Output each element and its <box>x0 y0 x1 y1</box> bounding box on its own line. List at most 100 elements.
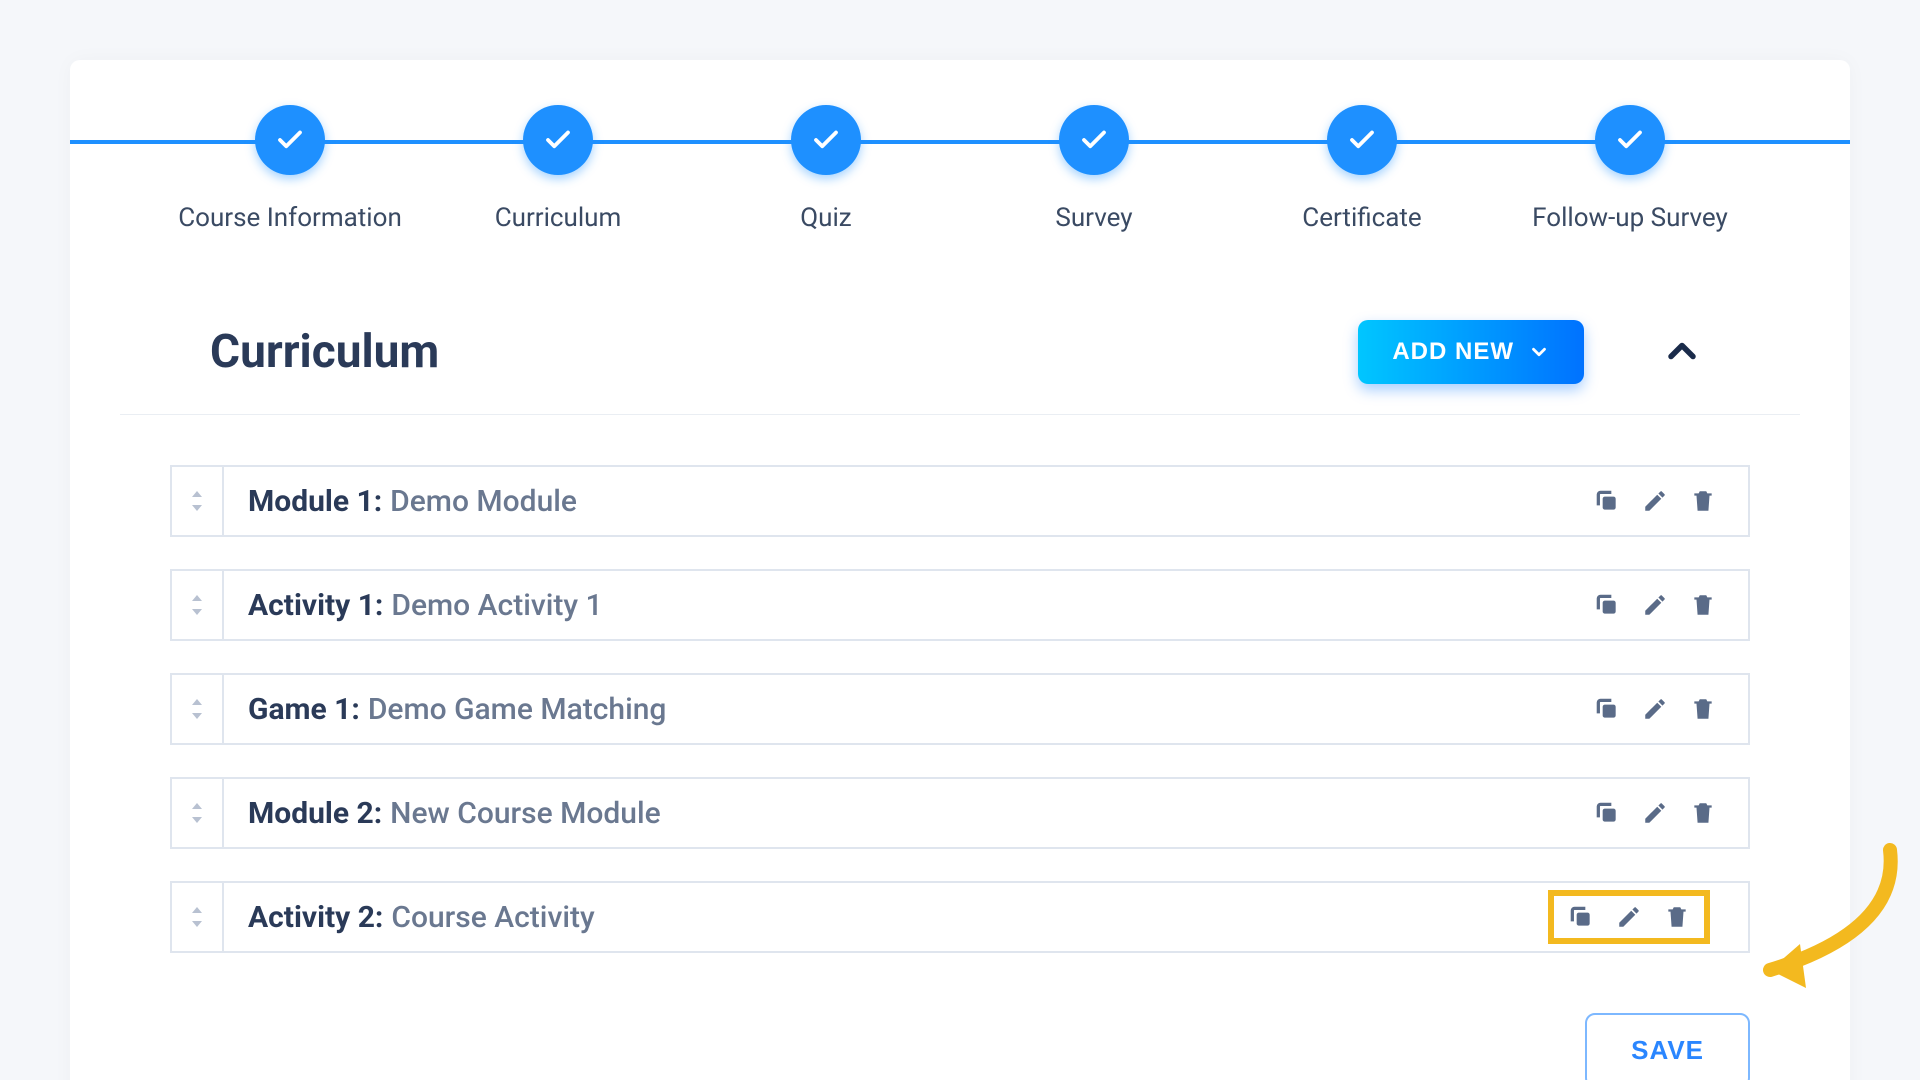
stepper-steps: Course Information Curriculum Quiz <box>70 105 1850 233</box>
edit-button[interactable] <box>1638 796 1672 830</box>
edit-button[interactable] <box>1638 484 1672 518</box>
row-actions <box>1562 675 1748 743</box>
drag-handle[interactable] <box>172 571 224 639</box>
save-button[interactable]: SAVE <box>1585 1013 1750 1080</box>
copy-icon <box>1568 904 1594 930</box>
check-icon <box>1079 125 1109 155</box>
list-item: Activity 1: Demo Activity 1 <box>170 569 1750 641</box>
row-actions <box>1562 779 1748 847</box>
copy-icon <box>1594 592 1620 618</box>
copy-icon <box>1594 696 1620 722</box>
section-header: Curriculum ADD NEW <box>120 260 1800 415</box>
step-course-information[interactable]: Course Information <box>170 105 410 233</box>
step-label: Survey <box>1055 203 1132 233</box>
row-title: Module 1: Demo Module <box>224 467 1562 535</box>
stepper: Course Information Curriculum Quiz <box>70 60 1850 260</box>
course-card: Course Information Curriculum Quiz <box>70 60 1850 1080</box>
row-prefix: Module 2: <box>248 796 382 831</box>
duplicate-button[interactable] <box>1590 692 1624 726</box>
copy-icon <box>1594 800 1620 826</box>
check-icon <box>811 125 841 155</box>
duplicate-button[interactable] <box>1590 796 1624 830</box>
step-quiz[interactable]: Quiz <box>706 105 946 233</box>
row-name: New Course Module <box>390 796 661 831</box>
row-prefix: Game 1: <box>248 692 360 727</box>
drag-icon <box>189 907 205 927</box>
row-title: Game 1: Demo Game Matching <box>224 675 1562 743</box>
add-new-label: ADD NEW <box>1392 338 1514 366</box>
copy-icon <box>1594 488 1620 514</box>
duplicate-button[interactable] <box>1590 588 1624 622</box>
step-curriculum[interactable]: Curriculum <box>438 105 678 233</box>
page: Course Information Curriculum Quiz <box>0 0 1920 1080</box>
step-label: Quiz <box>800 203 851 233</box>
drag-handle[interactable] <box>172 883 224 951</box>
drag-icon <box>189 491 205 511</box>
drag-handle[interactable] <box>172 675 224 743</box>
step-label: Follow-up Survey <box>1532 203 1728 233</box>
row-actions <box>1562 467 1748 535</box>
row-name: Demo Game Matching <box>368 692 667 727</box>
section-title: Curriculum <box>210 325 1358 379</box>
pencil-icon <box>1642 696 1668 722</box>
list-item: Activity 2: Course Activity <box>170 881 1750 953</box>
collapse-section-button[interactable] <box>1654 323 1710 382</box>
pencil-icon <box>1642 800 1668 826</box>
step-follow-up-survey[interactable]: Follow-up Survey <box>1510 105 1750 233</box>
drag-icon <box>189 699 205 719</box>
drag-handle[interactable] <box>172 467 224 535</box>
chevron-up-icon <box>1660 329 1704 373</box>
drag-icon <box>189 595 205 615</box>
delete-button[interactable] <box>1660 900 1694 934</box>
list-item: Module 1: Demo Module <box>170 465 1750 537</box>
footer: SAVE <box>70 983 1850 1080</box>
delete-button[interactable] <box>1686 588 1720 622</box>
step-label: Course Information <box>178 203 402 233</box>
delete-button[interactable] <box>1686 796 1720 830</box>
row-title: Activity 1: Demo Activity 1 <box>224 571 1562 639</box>
row-title: Module 2: New Course Module <box>224 779 1562 847</box>
step-survey[interactable]: Survey <box>974 105 1214 233</box>
delete-button[interactable] <box>1686 692 1720 726</box>
step-certificate[interactable]: Certificate <box>1242 105 1482 233</box>
row-prefix: Module 1: <box>248 484 382 519</box>
trash-icon <box>1690 696 1716 722</box>
list-item: Game 1: Demo Game Matching <box>170 673 1750 745</box>
check-icon <box>275 125 305 155</box>
check-icon <box>1347 125 1377 155</box>
duplicate-button[interactable] <box>1564 900 1598 934</box>
step-dot <box>1595 105 1665 175</box>
delete-button[interactable] <box>1686 484 1720 518</box>
row-title: Activity 2: Course Activity <box>224 883 1520 951</box>
step-dot <box>523 105 593 175</box>
row-actions <box>1562 571 1748 639</box>
curriculum-list: Module 1: Demo Module Activity 1: Demo A… <box>70 415 1850 983</box>
list-item: Module 2: New Course Module <box>170 777 1750 849</box>
step-label: Certificate <box>1302 203 1421 233</box>
step-dot <box>1327 105 1397 175</box>
edit-button[interactable] <box>1638 588 1672 622</box>
step-dot <box>1059 105 1129 175</box>
edit-button[interactable] <box>1612 900 1646 934</box>
row-prefix: Activity 1: <box>248 588 383 623</box>
check-icon <box>1615 125 1645 155</box>
edit-button[interactable] <box>1638 692 1672 726</box>
row-name: Demo Activity 1 <box>391 588 602 623</box>
row-prefix: Activity 2: <box>248 900 383 935</box>
row-actions <box>1520 883 1748 951</box>
row-name: Course Activity <box>391 900 594 935</box>
pencil-icon <box>1642 488 1668 514</box>
chevron-down-icon <box>1528 341 1550 363</box>
drag-icon <box>189 803 205 823</box>
trash-icon <box>1664 904 1690 930</box>
highlight-box <box>1548 890 1710 944</box>
trash-icon <box>1690 800 1716 826</box>
trash-icon <box>1690 488 1716 514</box>
drag-handle[interactable] <box>172 779 224 847</box>
duplicate-button[interactable] <box>1590 484 1624 518</box>
check-icon <box>543 125 573 155</box>
add-new-button[interactable]: ADD NEW <box>1358 320 1584 384</box>
pencil-icon <box>1616 904 1642 930</box>
step-dot <box>791 105 861 175</box>
trash-icon <box>1690 592 1716 618</box>
